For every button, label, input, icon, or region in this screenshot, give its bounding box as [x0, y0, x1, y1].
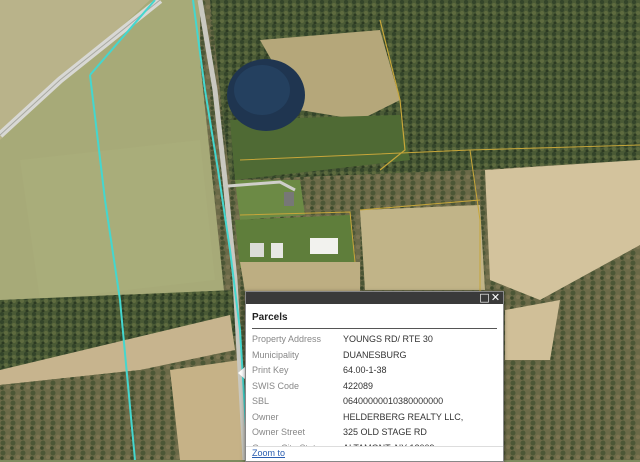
attribute-value: YOUNGS RD/ RTE 30 — [343, 334, 433, 344]
attribute-key: Municipality — [252, 349, 300, 360]
attribute-value: 06400000010380000000 — [343, 396, 444, 406]
attribute-list: Property Address YOUNGS RD/ RTE 30 Municip… — [252, 332, 497, 448]
attribute-value: 64.00-1-38 — [343, 365, 387, 375]
attribute-key: Print Key — [252, 365, 289, 375]
attribute-value: HELDERBERG REALTY LLC, — [343, 411, 464, 422]
popup-header: □ ✕ — [246, 292, 503, 304]
attribute-row: Property Address YOUNGS RD/ RTE 30 — [252, 332, 497, 348]
attribute-key: SBL — [252, 396, 270, 406]
attribute-row: Owner Street 325 OLD STAGE RD — [252, 425, 497, 441]
maximize-icon[interactable]: □ — [479, 292, 490, 304]
attribute-key: Owner — [252, 411, 279, 422]
zoom-to-link[interactable]: Zoom to — [252, 448, 285, 458]
attribute-key: SWIS Code — [252, 380, 300, 391]
attribute-row: Municipality DUANESBURG — [252, 348, 497, 364]
popup-footer: Zoom to — [246, 446, 503, 461]
attribute-row: SBL 06400000010380000000 — [252, 394, 497, 410]
attribute-key: Property Address — [252, 334, 322, 344]
attribute-key: Owner Street — [252, 427, 306, 437]
parcel-popup: □ ✕ Parcels Property Address YOUNGS RD/ R… — [245, 291, 504, 462]
attribute-value: 422089 — [343, 380, 374, 391]
attribute-row: Print Key 64.00-1-38 — [252, 363, 497, 379]
popup-title: Parcels — [252, 308, 497, 329]
close-icon[interactable]: ✕ — [490, 292, 501, 304]
attribute-row: SWIS Code 422089 — [252, 379, 497, 395]
attribute-value: 325 OLD STAGE RD — [343, 427, 427, 437]
attribute-value: DUANESBURG — [343, 349, 407, 360]
popup-body: Parcels Property Address YOUNGS RD/ RTE 3… — [246, 304, 503, 448]
attribute-row: Owner HELDERBERG REALTY LLC, — [252, 410, 497, 426]
